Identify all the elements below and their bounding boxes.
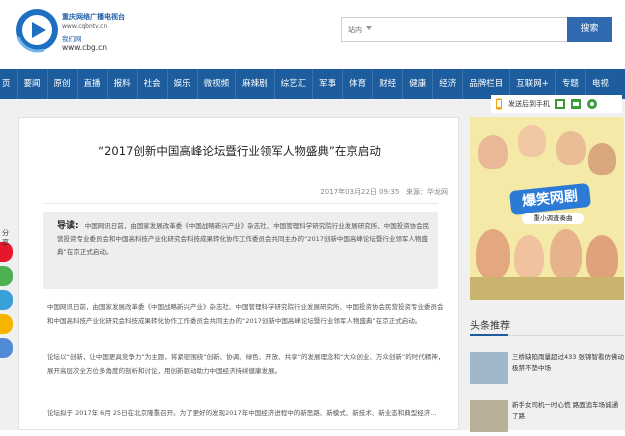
promo-person	[556, 131, 586, 165]
title-divider	[43, 203, 438, 204]
copy-icon[interactable]	[554, 98, 566, 110]
settings-icon[interactable]	[586, 98, 598, 110]
share-sidebar: 分享	[0, 228, 13, 378]
news-item[interactable]: 新手女司机一时心慌 路面追车场诚通了路	[470, 400, 624, 436]
share-label: 分享	[2, 229, 9, 247]
article-title: “2017创新中国高峰论坛暨行业领军人物盛典”在京启动	[98, 144, 381, 158]
logo-domain: www.cbg.cn	[62, 43, 108, 52]
news-item[interactable]: 三桥缺陷雨量超过433 张锦智看仿佛动极禁不垫中场	[470, 352, 624, 388]
logo-title: 重庆网络广播电视台	[62, 13, 125, 21]
nav-item[interactable]: 社会	[136, 69, 167, 99]
nav-item[interactable]: 军事	[312, 69, 342, 99]
more-share-icon[interactable]	[0, 338, 13, 358]
promo-banner[interactable]: 爆笑网剧 重小调查奏曲	[470, 117, 624, 300]
promo-person	[476, 229, 510, 279]
promo-person	[518, 125, 546, 157]
nav-item[interactable]: 报料	[106, 69, 137, 99]
nav-item[interactable]: 要闻	[16, 69, 47, 99]
nav-item[interactable]: 页	[0, 69, 17, 99]
search-button[interactable]: 搜索	[567, 17, 612, 42]
article-paragraph: 论坛以“创新，让中国更具竞争力”为主题，将紧密围绕“创新、协调、绿色、开放、共享…	[47, 353, 445, 375]
nav-item[interactable]: 原创	[46, 69, 77, 99]
promo-floor	[470, 277, 624, 300]
article-lead: 导读: 中国网讯日前，由国家发展改革委《中国战略新兴产业》杂志社、中国管理科学研…	[43, 212, 438, 289]
nav-item[interactable]: 微视频	[196, 69, 236, 99]
article-paragraph: 中国网讯日前，由国家发展改革委《中国战略新兴产业》杂志社、中国管理科学研究院行业…	[47, 303, 444, 325]
news-thumbnail	[470, 352, 508, 384]
promo-person	[550, 229, 582, 279]
nav-item[interactable]: 体育	[342, 69, 372, 99]
nav-item[interactable]: 直播	[76, 69, 107, 99]
logo-site: www.cqbntv.cn	[62, 23, 108, 30]
site-header: 重庆网络广播电视台 www.cqbntv.cn 我们网 www.cbg.cn 站…	[0, 0, 625, 69]
article-paragraph: 论坛拟于 2017年 6月 25日在北京隆重召开。为了更好的发现2017年中国经…	[47, 409, 437, 417]
article-card: “2017创新中国高峰论坛暨行业领军人物盛典”在京启动 2017年03月22日 …	[18, 117, 459, 430]
site-logo[interactable]: 重庆网络广播电视台 www.cqbntv.cn 我们网 www.cbg.cn	[14, 3, 125, 53]
promo-person	[586, 235, 618, 281]
logo-play-icon	[16, 9, 58, 53]
news-title: 新手女司机一时心慌 路面追车场诚通了路	[512, 401, 619, 420]
phone-icon	[496, 98, 502, 110]
promo-title: 爆笑网剧	[508, 182, 592, 216]
article-source: 来源：华龙网	[406, 188, 448, 196]
logo-sub: 我们网	[62, 35, 82, 43]
article-date: 2017年03月22日 09:35	[320, 188, 400, 196]
promo-person	[588, 143, 616, 175]
lead-label: 导读:	[57, 221, 79, 231]
headline-section-title: 头条推荐	[470, 321, 510, 332]
search-scope-label: 站内	[348, 26, 362, 34]
wechat-share-icon[interactable]	[0, 266, 13, 286]
nav-item[interactable]: 经济	[432, 69, 462, 99]
print-icon[interactable]	[570, 98, 582, 110]
nav-item[interactable]: 财经	[372, 69, 402, 99]
news-thumbnail	[470, 400, 508, 432]
promo-person	[514, 235, 544, 279]
chevron-down-icon	[366, 26, 372, 30]
search-scope-select[interactable]: 站内	[341, 17, 568, 42]
nav-item[interactable]: 健康	[402, 69, 432, 99]
promo-subtitle: 重小调查奏曲	[522, 213, 584, 224]
news-title: 三桥缺陷雨量超过433 张锦智看仿佛动极禁不垫中场	[512, 353, 624, 372]
send-to-phone-link[interactable]: 发送后到手机	[508, 99, 550, 109]
nav-item[interactable]: 综艺汇	[273, 69, 313, 99]
article-toolbar: 发送后到手机	[491, 95, 622, 113]
qzone-share-icon[interactable]	[0, 290, 13, 310]
lead-text: 中国网讯日前，由国家发展改革委《中国战略新兴产业》杂志社、中国管理科学研究院行业…	[57, 222, 430, 256]
nav-item[interactable]: 麻辣剧	[235, 69, 274, 99]
article-meta: 2017年03月22日 09:35 来源：华龙网	[320, 187, 448, 197]
nav-item[interactable]: 娱乐	[166, 69, 197, 99]
promo-person	[478, 135, 508, 169]
section-divider-accent	[470, 334, 508, 336]
qq-share-icon[interactable]	[0, 314, 13, 334]
